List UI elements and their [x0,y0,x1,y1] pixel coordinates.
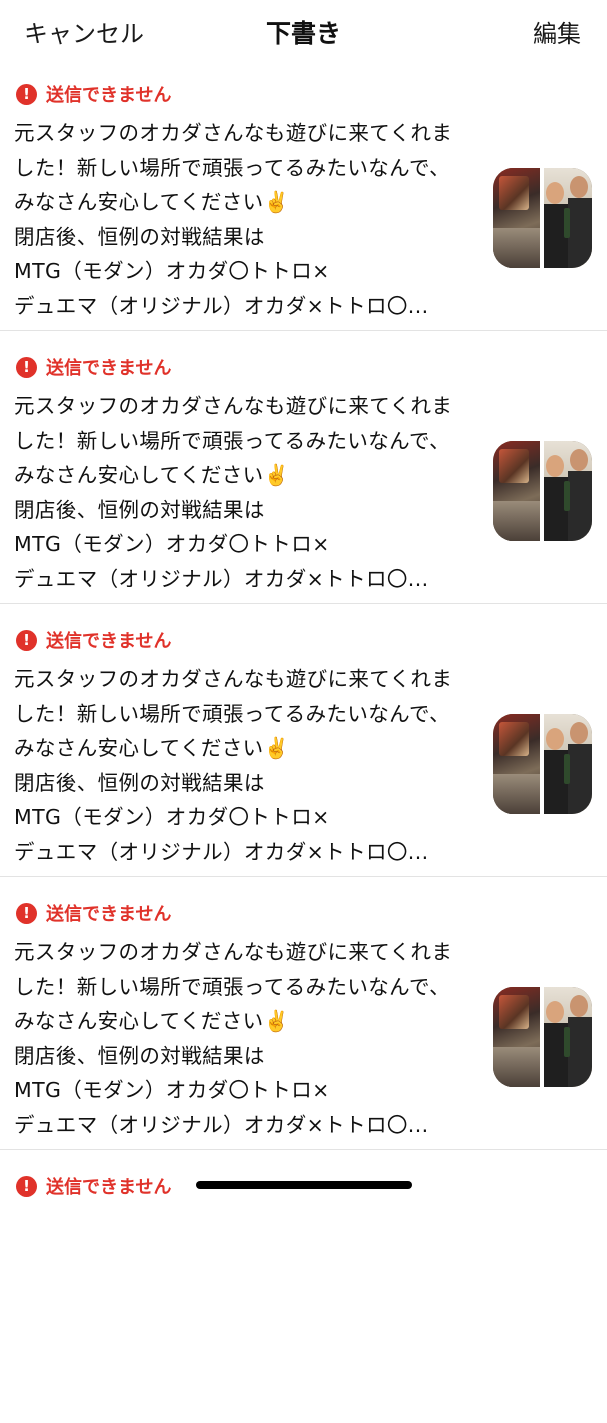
draft-line: した！新しい場所で頑張ってるみたいなんで、 [14,974,451,999]
draft-image-thumbnail [493,987,592,1087]
status-text: 送信できません [46,904,172,925]
draft-text: 元スタッフのオカダさんなも遊びに来てくれま した！新しい場所で頑張ってるみたいな… [14,116,484,323]
send-failed-status: ! 送信できません [16,901,171,925]
error-icon: ! [16,629,37,651]
draft-line: 元スタッフのオカダさんなも遊びに来てくれま [14,394,453,418]
draft-item[interactable]: ! 送信できません 元スタッフのオカダさんなも遊びに来てくれま した！新しい場所… [0,58,607,331]
draft-line: デュエマ（オリジナル）オカダ×トトロ〇... [14,839,429,864]
draft-line: 閉店後、恒例の対戦結果は [14,224,265,249]
draft-line: みなさん安心してください✌️ [14,463,290,487]
error-icon: ! [16,902,37,924]
error-icon: ! [16,356,37,378]
draft-item[interactable]: ! 送信できません [0,1150,607,1423]
status-text: 送信できません [46,1177,172,1198]
draft-line: MTG（モダン）オカダ〇トトロ× [14,259,330,283]
draft-image-thumbnail [493,168,592,268]
send-failed-status: ! 送信できません [16,628,171,652]
draft-line: MTG（モダン）オカダ〇トトロ× [14,532,330,556]
draft-line: 閉店後、恒例の対戦結果は [14,770,265,795]
edit-button[interactable]: 編集 [533,14,581,49]
draft-line: MTG（モダン）オカダ〇トトロ× [14,1078,330,1102]
draft-text: 元スタッフのオカダさんなも遊びに来てくれま した！新しい場所で頑張ってるみたいな… [14,662,484,869]
cancel-button[interactable]: キャンセル [24,14,144,49]
send-failed-status: ! 送信できません [16,1174,171,1198]
error-icon: ! [16,1175,37,1197]
draft-line: みなさん安心してください✌️ [14,1009,290,1033]
draft-line: みなさん安心してください✌️ [14,736,290,760]
draft-item[interactable]: ! 送信できません 元スタッフのオカダさんなも遊びに来てくれま した！新しい場所… [0,877,607,1150]
draft-line: 元スタッフのオカダさんなも遊びに来てくれま [14,667,453,691]
drafts-list: ! 送信できません 元スタッフのオカダさんなも遊びに来てくれま した！新しい場所… [0,58,607,1423]
send-failed-status: ! 送信できません [16,355,171,379]
draft-line: デュエマ（オリジナル）オカダ×トトロ〇... [14,293,429,318]
draft-line: 閉店後、恒例の対戦結果は [14,497,265,522]
draft-line: 元スタッフのオカダさんなも遊びに来てくれま [14,121,453,145]
draft-line: みなさん安心してください✌️ [14,190,290,214]
status-text: 送信できません [46,85,172,106]
draft-line: デュエマ（オリジナル）オカダ×トトロ〇... [14,566,429,591]
draft-item[interactable]: ! 送信できません 元スタッフのオカダさんなも遊びに来てくれま した！新しい場所… [0,331,607,604]
draft-line: 元スタッフのオカダさんなも遊びに来てくれま [14,940,453,964]
draft-line: 閉店後、恒例の対戦結果は [14,1043,265,1068]
home-indicator[interactable] [196,1181,412,1189]
draft-text: 元スタッフのオカダさんなも遊びに来てくれま した！新しい場所で頑張ってるみたいな… [14,389,484,596]
draft-line: した！新しい場所で頑張ってるみたいなんで、 [14,428,451,453]
error-icon: ! [16,83,37,105]
navigation-bar: キャンセル 下書き 編集 [0,0,607,58]
draft-image-thumbnail [493,441,592,541]
draft-image-thumbnail [493,714,592,814]
status-text: 送信できません [46,631,172,652]
send-failed-status: ! 送信できません [16,82,171,106]
status-text: 送信できません [46,358,172,379]
draft-line: MTG（モダン）オカダ〇トトロ× [14,805,330,829]
draft-item[interactable]: ! 送信できません 元スタッフのオカダさんなも遊びに来てくれま した！新しい場所… [0,604,607,877]
draft-line: デュエマ（オリジナル）オカダ×トトロ〇... [14,1112,429,1137]
draft-line: した！新しい場所で頑張ってるみたいなんで、 [14,701,451,726]
draft-line: した！新しい場所で頑張ってるみたいなんで、 [14,155,451,180]
draft-text: 元スタッフのオカダさんなも遊びに来てくれま した！新しい場所で頑張ってるみたいな… [14,935,484,1142]
